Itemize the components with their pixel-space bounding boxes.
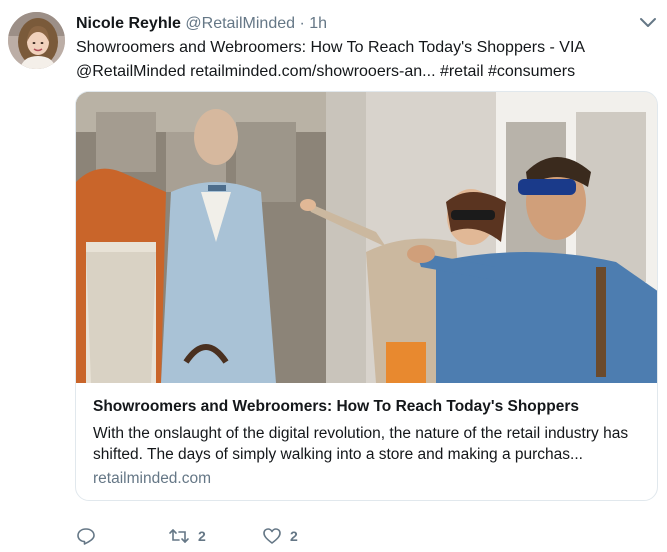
link-card[interactable]: Showroomers and Webroomers: How To Reach…: [75, 91, 658, 501]
author-name[interactable]: Nicole Reyhle: [76, 15, 181, 32]
like-button[interactable]: 2: [262, 526, 298, 546]
author-handle[interactable]: @RetailMinded: [185, 15, 295, 32]
timestamp[interactable]: 1h: [309, 15, 327, 32]
retweet-button[interactable]: 2: [168, 526, 206, 546]
shoppers-window-photo: [76, 92, 657, 383]
card-domain: retailminded.com: [93, 470, 212, 487]
tweet-text-line-2[interactable]: @RetailMinded retailminded.com/showrooer…: [76, 60, 636, 84]
heart-icon: [263, 528, 281, 544]
card-description: With the onslaught of the digital revolu…: [93, 425, 629, 463]
chevron-down-icon: [640, 18, 656, 27]
separator-dot: ·: [299, 15, 305, 32]
card-title[interactable]: Showroomers and Webroomers: How To Reach…: [93, 398, 579, 416]
avatar[interactable]: [8, 12, 65, 69]
like-count: 2: [290, 528, 298, 544]
reply-icon: [77, 528, 95, 545]
tweet: Nicole Reyhle @RetailMinded · 1h Showroo…: [0, 0, 667, 552]
tweet-text-line-1: Showroomers and Webroomers: How To Reach…: [76, 39, 586, 56]
retweet-count: 2: [198, 528, 206, 544]
user-avatar-photo: [8, 12, 65, 69]
tweet-text: Showroomers and Webroomers: How To Reach…: [76, 36, 636, 84]
tweet-header: Nicole Reyhle @RetailMinded · 1h: [76, 14, 327, 34]
reply-button[interactable]: [76, 526, 96, 546]
retweet-icon: [169, 529, 189, 543]
tweet-menu-button[interactable]: [639, 16, 657, 30]
